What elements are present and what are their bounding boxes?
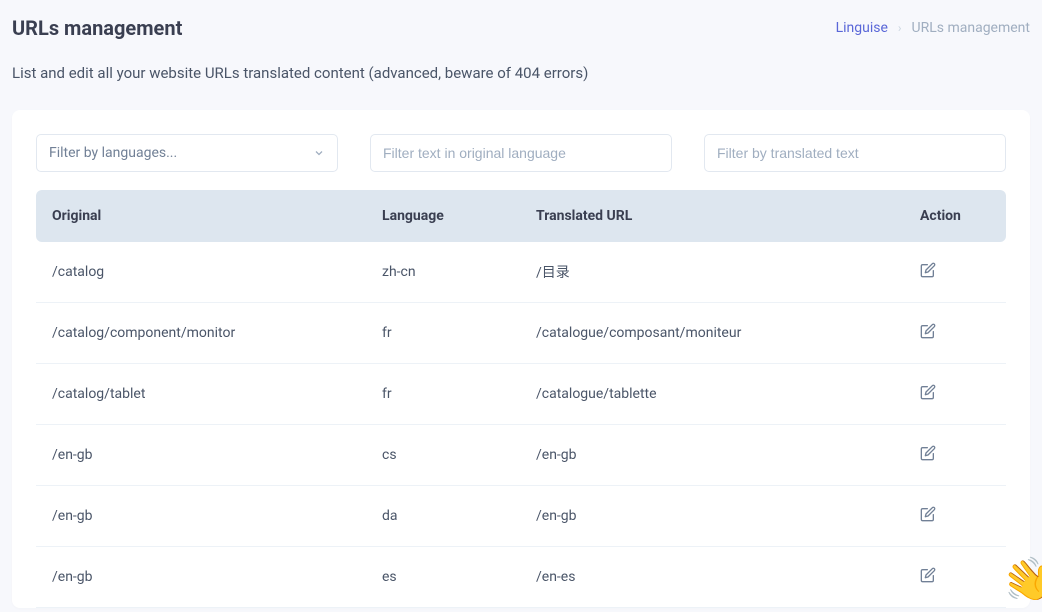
cell-language: fr: [382, 386, 536, 402]
header-action: Action: [920, 208, 990, 224]
cell-language: fr: [382, 325, 536, 341]
edit-icon[interactable]: [920, 384, 936, 400]
chevron-right-icon: ›: [898, 21, 902, 35]
cell-original: /en-gb: [52, 569, 382, 585]
table-row: /en-gbcs/en-gb: [36, 425, 1006, 486]
filter-bar: Filter by languages...: [36, 134, 1006, 172]
cell-language: zh-cn: [382, 264, 536, 280]
filter-language-placeholder: Filter by languages...: [49, 145, 177, 161]
table-row: /catalog/component/monitorfr/catalogue/c…: [36, 303, 1006, 364]
cell-translated: /目录: [536, 262, 920, 282]
cell-action: [920, 323, 990, 343]
cell-original: /en-gb: [52, 447, 382, 463]
table-row: /catalogzh-cn/目录: [36, 242, 1006, 303]
header-translated: Translated URL: [536, 208, 920, 224]
breadcrumb: Linguise › URLs management: [836, 16, 1030, 36]
cell-translated: /catalogue/composant/moniteur: [536, 325, 920, 341]
cell-language: da: [382, 508, 536, 524]
cell-original: /catalog/component/monitor: [52, 325, 382, 341]
table-row: /catalog/tabletfr/catalogue/tablette: [36, 364, 1006, 425]
edit-icon[interactable]: [920, 445, 936, 461]
cell-language: es: [382, 569, 536, 585]
edit-icon[interactable]: [920, 323, 936, 339]
cell-action: [920, 262, 990, 282]
cell-translated: /en-gb: [536, 447, 920, 463]
edit-icon[interactable]: [920, 506, 936, 522]
cell-translated: /en-gb: [536, 508, 920, 524]
header-original: Original: [52, 208, 382, 224]
page-description: List and edit all your website URLs tran…: [0, 40, 1042, 82]
cell-action: [920, 384, 990, 404]
cell-original: /catalog: [52, 264, 382, 280]
cell-language: cs: [382, 447, 536, 463]
cell-translated: /catalogue/tablette: [536, 386, 920, 402]
breadcrumb-current: URLs management: [912, 20, 1030, 36]
page-title: URLs management: [12, 16, 182, 40]
breadcrumb-home-link[interactable]: Linguise: [836, 20, 888, 36]
table-row: /en-gbda/en-gb: [36, 486, 1006, 547]
cell-original: /catalog/tablet: [52, 386, 382, 402]
cell-action: [920, 567, 990, 587]
edit-icon[interactable]: [920, 567, 936, 583]
table-row: /en-gbes/en-es: [36, 547, 1006, 608]
urls-table: Original Language Translated URL Action …: [36, 190, 1006, 608]
table-header-row: Original Language Translated URL Action: [36, 190, 1006, 242]
cell-action: [920, 506, 990, 526]
cell-original: /en-gb: [52, 508, 382, 524]
cell-translated: /en-es: [536, 569, 920, 585]
filter-translated-wrapper: [704, 134, 1006, 172]
chevron-down-icon: [313, 147, 325, 159]
cell-action: [920, 445, 990, 465]
filter-original-wrapper: [370, 134, 672, 172]
edit-icon[interactable]: [920, 262, 936, 278]
urls-card: Filter by languages... Original Language…: [12, 110, 1030, 608]
header-language: Language: [382, 208, 536, 224]
filter-translated-input[interactable]: [717, 145, 993, 161]
filter-original-input[interactable]: [383, 145, 659, 161]
filter-language-select[interactable]: Filter by languages...: [36, 134, 338, 172]
